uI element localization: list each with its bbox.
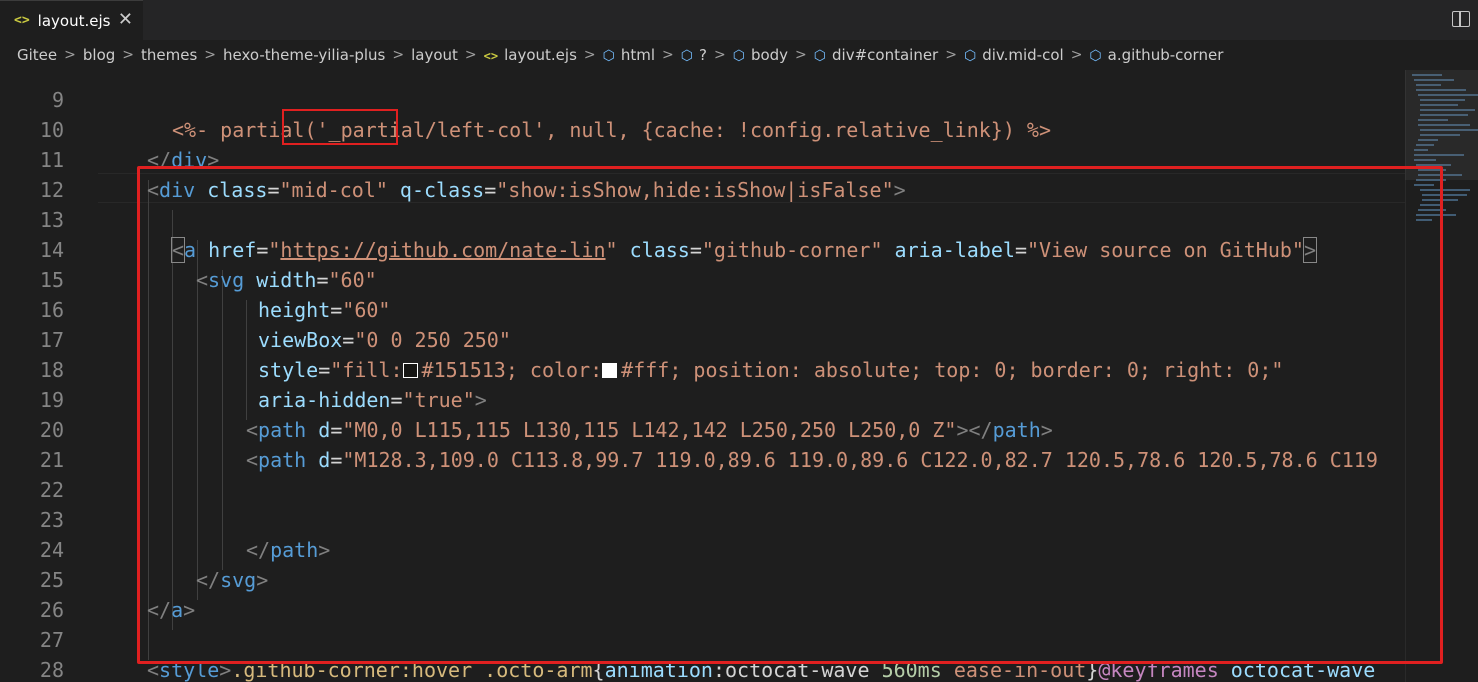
- breadcrumb-separator: >: [122, 47, 134, 63]
- tab-label: layout.ejs: [37, 11, 111, 30]
- ejs-file-icon: <>: [483, 49, 499, 63]
- breadcrumb-separator: >: [945, 47, 957, 63]
- code-line: 9 <%- partial('_partial/left-col', null,…: [51, 88, 1051, 142]
- breadcrumb-label: body: [750, 46, 789, 64]
- code-line: 11 <div class="mid-col" q-class="show:is…: [39, 148, 906, 202]
- breadcrumb-item[interactable]: blog: [83, 46, 115, 64]
- annotation-highlight-block: [137, 166, 1443, 664]
- breadcrumb-label: div.mid-col: [982, 46, 1064, 64]
- symbol-element-icon: ⬡: [963, 48, 977, 64]
- breadcrumb-separator: >: [204, 47, 217, 63]
- breadcrumb-item[interactable]: layout: [411, 46, 458, 64]
- breadcrumb-item[interactable]: ⬡ a.github-corner: [1089, 46, 1223, 64]
- symbol-element-icon: ⬡: [813, 48, 827, 64]
- breadcrumb-item[interactable]: Gitee: [17, 46, 57, 64]
- breadcrumb-item[interactable]: themes: [141, 46, 197, 64]
- ejs-file-icon: <>: [14, 13, 30, 28]
- breadcrumb-label: layout.ejs: [504, 46, 577, 64]
- tab-bar: <> layout.ejs ✕: [0, 0, 1478, 40]
- code-line: 10 </div>: [39, 118, 220, 172]
- tab-layout-ejs[interactable]: <> layout.ejs ✕: [0, 0, 143, 40]
- breadcrumb-label: a.github-corner: [1107, 46, 1224, 64]
- breadcrumb-label: themes: [141, 46, 198, 64]
- breadcrumb-separator: >: [583, 47, 596, 63]
- breadcrumb-separator: >: [662, 47, 674, 63]
- breadcrumb-label: Gitee: [17, 46, 58, 64]
- symbol-element-icon: ⬡: [602, 48, 615, 64]
- breadcrumb-item[interactable]: ⬡?: [681, 46, 707, 64]
- breadcrumb-separator: >: [795, 47, 807, 63]
- breadcrumb-separator: >: [713, 47, 726, 63]
- breadcrumb-label: hexo-theme-yilia-plus: [223, 46, 386, 64]
- minimap-slider[interactable]: [1405, 70, 1478, 180]
- breadcrumb-item[interactable]: ⬡ div#container: [814, 46, 938, 64]
- breadcrumb-item[interactable]: ⬡ html: [603, 46, 655, 64]
- breadcrumb-label: ?: [699, 46, 707, 64]
- breadcrumb-separator: >: [64, 47, 76, 63]
- breadcrumb: Gitee > blog > themes > hexo-theme-yilia-plus >…: [0, 40, 1478, 70]
- breadcrumb-label: blog: [82, 46, 116, 64]
- breadcrumb-label: html: [620, 46, 656, 64]
- split-editor-icon[interactable]: [1452, 11, 1470, 27]
- breadcrumb-item[interactable]: ⬡ body: [733, 46, 788, 64]
- symbol-element-icon: ⬡: [1089, 48, 1102, 64]
- breadcrumb-label: layout: [411, 46, 458, 64]
- symbol-element-icon: ⬡: [732, 48, 745, 64]
- breadcrumb-separator: >: [464, 47, 477, 63]
- breadcrumb-item[interactable]: hexo-theme-yilia-plus: [223, 46, 385, 64]
- breadcrumb-item[interactable]: <> layout.ejs: [484, 46, 577, 64]
- breadcrumb-separator: >: [392, 47, 405, 63]
- close-icon[interactable]: ✕: [118, 9, 133, 30]
- symbol-element-icon: ⬡: [680, 48, 693, 64]
- annotation-highlight-mid-col: [282, 109, 398, 145]
- breadcrumb-label: div#container: [832, 46, 939, 64]
- breadcrumb-item[interactable]: ⬡ div.mid-col: [964, 46, 1064, 64]
- breadcrumb-separator: >: [1070, 47, 1083, 63]
